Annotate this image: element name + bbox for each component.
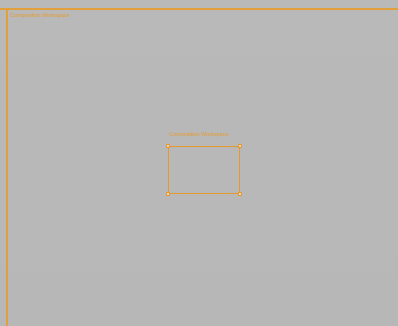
design-canvas[interactable]: Composition Workspace Composition Worksp… [0, 0, 398, 326]
frame-top-edge [0, 8, 398, 10]
resize-handle-bottom-left-icon[interactable] [166, 192, 170, 196]
resize-handle-top-left-icon[interactable] [166, 144, 170, 148]
selected-layer-label[interactable]: Composition Workspace [169, 132, 229, 139]
resize-handle-top-right-icon[interactable] [238, 144, 242, 148]
frame-left-edge [6, 8, 8, 326]
frame-title-label[interactable]: Composition Workspace [10, 13, 70, 20]
selection-bounding-box[interactable] [166, 144, 242, 196]
resize-handle-bottom-right-icon[interactable] [238, 192, 242, 196]
